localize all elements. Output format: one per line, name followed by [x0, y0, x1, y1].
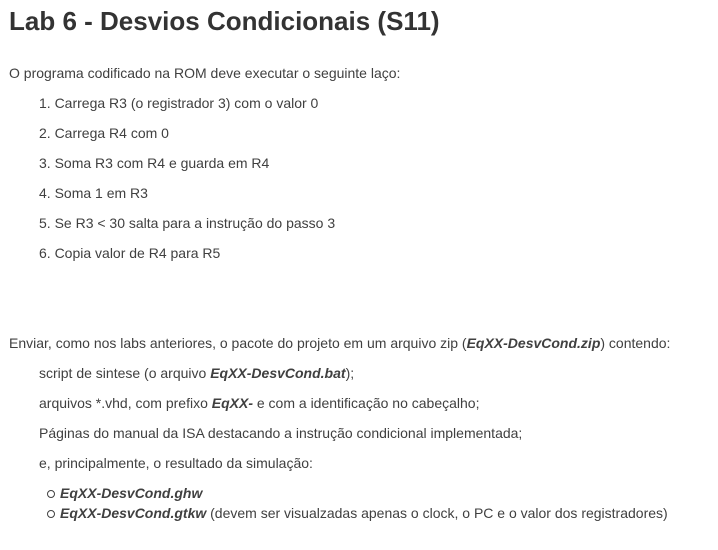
vhd-text-after: e com a identificação no cabeçalho;: [252, 395, 480, 411]
gtkw-filename: EqXX-DesvCond.gtkw: [60, 505, 207, 521]
step-3: 3. Soma R3 com R4 e guarda em R4: [39, 155, 270, 171]
sim-file-gtkw: EqXX-DesvCond.gtkw (devem ser visualzada…: [60, 505, 668, 521]
submit-text-before: Enviar, como nos labs anteriores, o paco…: [9, 335, 467, 351]
step-4: 4. Soma 1 em R3: [39, 185, 148, 201]
ghw-filename: EqXX-DesvCond.ghw: [60, 485, 203, 501]
item-simulation: e, principalmente, o resultado da simula…: [39, 455, 313, 471]
intro-text: O programa codificado na ROM deve execut…: [9, 65, 401, 81]
step-1: 1. Carrega R3 (o registrador 3) com o va…: [39, 95, 319, 111]
page-title: Lab 6 - Desvios Condicionais (S11): [9, 6, 440, 36]
script-text-after: );: [345, 365, 355, 381]
gtkw-note: (devem ser visualzadas apenas o clock, o…: [206, 505, 668, 521]
bullet-circle-icon: [47, 490, 55, 498]
script-filename: EqXX-DesvCond.bat: [210, 365, 346, 381]
step-2: 2. Carrega R4 com 0: [39, 125, 169, 141]
item-vhd: arquivos *.vhd, com prefixo EqXX- e com …: [39, 395, 479, 411]
vhd-text-before: arquivos *.vhd, com prefixo: [39, 395, 212, 411]
item-manual: Páginas do manual da ISA destacando a in…: [39, 425, 523, 441]
step-6: 6. Copia valor de R4 para R5: [39, 245, 221, 261]
step-5: 5. Se R3 < 30 salta para a instrução do …: [39, 215, 336, 231]
bullet-circle-icon: [47, 510, 55, 518]
vhd-prefix: EqXX-: [211, 395, 253, 411]
zip-filename: EqXX-DesvCond.zip: [466, 335, 601, 351]
sim-file-ghw: EqXX-DesvCond.ghw: [60, 485, 202, 501]
submit-instructions: Enviar, como nos labs anteriores, o paco…: [9, 335, 670, 351]
item-script: script de sintese (o arquivo EqXX-DesvCo…: [39, 365, 354, 381]
script-text-before: script de sintese (o arquivo: [39, 365, 211, 381]
submit-text-after: ) contendo:: [600, 335, 671, 351]
